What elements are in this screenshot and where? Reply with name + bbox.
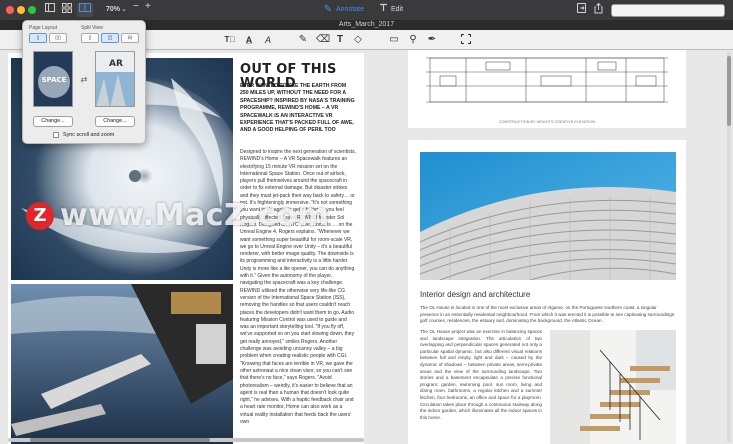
horizontal-scroll-thumb[interactable]	[30, 438, 210, 442]
watermark-text: www.MacZ.com	[60, 198, 330, 233]
blueprint-caption: CONSTRUCTION BY HEIGHTS CREATIVE ELEVATI…	[498, 120, 596, 124]
minimize-window-button[interactable]	[17, 6, 25, 14]
single-page-layout-button[interactable]: ▯	[29, 33, 47, 43]
app-window: 70% ⌄ − + ✎ Annotate Edit Arts_March_201…	[0, 0, 733, 444]
text-strike-icon[interactable]: A	[262, 34, 274, 46]
sidebar-toggle-icon[interactable]	[44, 3, 56, 17]
architecture-photo	[420, 152, 676, 280]
zoom-out-button[interactable]: −	[133, 1, 139, 13]
stamp-icon[interactable]: ⚲	[407, 34, 419, 46]
zoom-in-button[interactable]: +	[145, 1, 151, 13]
change-left-document-button[interactable]: Change...	[33, 116, 73, 127]
split-view-label: Split View	[81, 25, 103, 31]
watermark-logo: Z	[26, 202, 54, 230]
horizontal-scrollbar[interactable]	[8, 438, 364, 442]
split-view-popover: Page Layout Split View ▯ ▯▯ ▯ ◫ ⊟ SPACE …	[22, 20, 146, 144]
section-heading: Interior design and architecture	[420, 290, 531, 299]
edit-text-icon	[378, 3, 388, 17]
signature-pen-icon[interactable]: ✒	[426, 34, 438, 46]
watermark: Z www.MacZ.com	[26, 198, 329, 234]
vertical-scroll-thumb[interactable]	[727, 56, 731, 126]
section-intro: The OL House is located in one of the mo…	[420, 305, 676, 323]
selection-frame-icon[interactable]	[460, 34, 472, 46]
zoom-window-button[interactable]	[28, 6, 36, 14]
annotate-pen-icon: ✎	[323, 4, 333, 15]
left-thumb-text: SPACE	[42, 76, 67, 84]
section-column-text: The OL House project was an exercise in …	[420, 329, 542, 420]
text-box-icon[interactable]: T⃞	[224, 34, 236, 46]
split-view-icon[interactable]	[77, 3, 93, 17]
export-icon[interactable]	[575, 3, 587, 17]
split-single-button[interactable]: ▯	[81, 33, 99, 43]
sync-scroll-checkbox[interactable]	[53, 132, 59, 138]
share-icon[interactable]	[592, 2, 604, 17]
two-page-layout-button[interactable]: ▯▯	[49, 33, 67, 43]
blueprint-drawing	[426, 50, 668, 116]
sync-scroll-label: Sync scroll and zoom	[63, 132, 115, 138]
change-right-document-button[interactable]: Change...	[95, 116, 135, 127]
main-toolbar: 70% ⌄ − + ✎ Annotate Edit	[0, 0, 733, 20]
space-station-photo	[11, 284, 233, 444]
right-document-page-previous[interactable]: CONSTRUCTION BY HEIGHTS CREATIVE ELEVATI…	[408, 50, 686, 128]
staircase-photo	[550, 330, 676, 444]
close-window-button[interactable]	[6, 6, 14, 14]
right-document-page[interactable]: Interior design and architecture The OL …	[408, 140, 686, 444]
edit-mode-button[interactable]: Edit	[391, 4, 403, 16]
search-field[interactable]	[611, 4, 725, 17]
note-icon[interactable]: ▭	[388, 34, 400, 46]
text-tool-icon[interactable]: T	[334, 34, 346, 46]
split-horizontal-button[interactable]: ⊟	[121, 33, 139, 43]
pen-icon[interactable]: ✎	[297, 34, 309, 46]
eraser-icon[interactable]: ⌫	[316, 34, 330, 46]
zoom-level[interactable]: 70%	[106, 4, 120, 16]
annotate-mode-button[interactable]: Annotate	[336, 4, 364, 16]
right-thumb-text: AR	[109, 59, 123, 69]
split-vertical-button[interactable]: ◫	[101, 33, 119, 43]
right-document-thumbnail[interactable]: AR	[95, 51, 135, 107]
thumbnails-grid-icon[interactable]	[61, 3, 73, 17]
text-highlight-icon[interactable]: A̲	[243, 34, 255, 46]
left-document-thumbnail[interactable]: SPACE	[33, 51, 73, 107]
zoom-chevron-icon[interactable]: ⌄	[121, 4, 127, 16]
article-lead: EVER WANTED TO SEE THE EARTH FROM 250 MI…	[240, 83, 355, 134]
vertical-scrollbar[interactable]	[727, 52, 731, 442]
shapes-icon[interactable]: ◇	[352, 34, 364, 46]
swap-documents-icon[interactable]: ⇄	[78, 75, 90, 85]
article-body: Designed to inspire the next generation …	[240, 149, 356, 425]
page-layout-label: Page Layout	[29, 25, 58, 31]
